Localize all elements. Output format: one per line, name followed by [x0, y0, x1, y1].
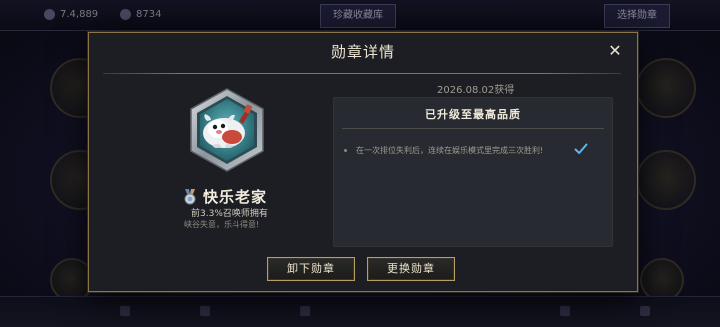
background-bottom-item: [300, 306, 314, 317]
coin-icon: [44, 9, 55, 20]
quality-panel: 已升级至最高品质 在一次排位失利后，连续在娱乐模式里完成三次胜利!: [333, 97, 613, 247]
background-bottom-item: [640, 306, 654, 317]
quality-divider: [342, 128, 604, 129]
background-bottom-bar: [0, 296, 720, 327]
currency-display-2: 8734: [120, 9, 161, 20]
background-bottom-item: [120, 306, 134, 317]
currency-display-1: 7.4,889: [44, 9, 98, 20]
condition-item: 在一次排位失利后，连续在娱乐模式里完成三次胜利!: [342, 140, 604, 160]
background-tab-collection: 珍藏收藏库: [320, 4, 396, 28]
background-bottom-item: [200, 306, 214, 317]
currency-value-2: 8734: [136, 9, 162, 20]
modal-title: 勋章详情: [330, 43, 395, 61]
background-badge-tile: [636, 58, 696, 118]
close-icon: ✕: [608, 41, 622, 60]
badge-detail-modal: 勋章详情 ✕ 2026.08.02获得 快乐老家 前3.3%召唤师拥有 峡谷失意…: [88, 32, 638, 292]
bullet-icon: [344, 148, 347, 152]
badge-name: 快乐老家: [203, 188, 268, 206]
medal-icon: [184, 188, 196, 204]
badge-motto: 峡谷失意，乐斗得意!: [184, 220, 260, 229]
badge-rarity: 前3.3%召唤师拥有: [191, 209, 268, 219]
poro-badge-icon: [190, 88, 264, 172]
background-badge-tile: [636, 150, 696, 210]
gem-icon: [120, 9, 131, 20]
background-bottom-item: [560, 306, 574, 317]
remove-badge-button[interactable]: 卸下勋章: [267, 257, 355, 281]
badge-name-row: 快乐老家: [183, 186, 267, 207]
check-icon: [574, 143, 588, 154]
obtained-date: 2026.08.02获得: [437, 85, 515, 96]
condition-text: 在一次排位失利后，连续在娱乐模式里完成三次胜利!: [356, 145, 544, 155]
currency-value-1: 7.4,889: [60, 9, 99, 20]
title-divider: [103, 73, 621, 74]
close-button[interactable]: ✕: [606, 42, 624, 60]
badge-artwork: [187, 87, 267, 173]
background-top-bar: 7.4,889 8734 珍藏收藏库 选择勋章: [0, 0, 720, 31]
background-tab-select: 选择勋章: [604, 4, 670, 28]
quality-heading: 已升级至最高品质: [425, 108, 521, 121]
replace-badge-button[interactable]: 更换勋章: [367, 257, 455, 281]
